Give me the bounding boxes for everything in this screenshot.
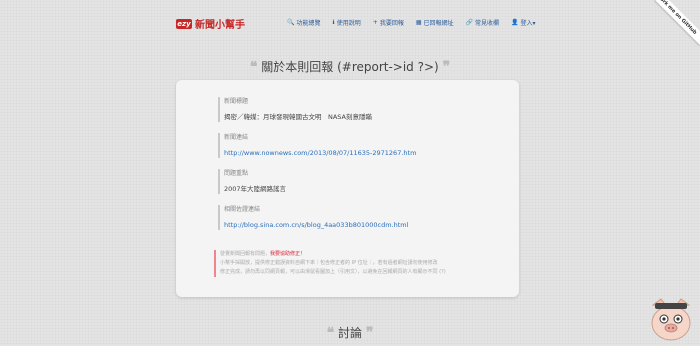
field-issue: 問題重點 2007年大陸網路謠言: [218, 169, 286, 194]
brand-logo-icon: ezy: [176, 18, 192, 29]
nav-item-instructions[interactable]: ℹ 使用說明: [333, 18, 361, 27]
nav-item-reported-urls[interactable]: ▦ 已回報網址: [416, 18, 454, 27]
field-news-link: 新聞連結 http://www.nownews.com/2013/08/07/1…: [218, 133, 416, 158]
evidence-link[interactable]: http://blog.sina.com.cn/s/blog_4aa033b80…: [224, 221, 408, 230]
nav-item-label: 常見收欄: [475, 20, 500, 27]
field-label: 問題重點: [224, 170, 249, 177]
fork-github-ribbon[interactable]: Fork me on GitHub: [654, 0, 700, 46]
notice-lead: 發覺新聞回報有問題，: [220, 251, 271, 257]
nav-item-features[interactable]: 🔍 功能總覽: [287, 18, 321, 27]
nav-item-label: 使用說明: [336, 20, 361, 27]
nav-item-report[interactable]: + 我要回報: [373, 18, 404, 27]
field-value: 2007年大陸網路謠言: [224, 185, 287, 193]
nav-item-login[interactable]: 👤 登入▾: [511, 18, 536, 27]
report-card: 新聞標題 揭密／韓媒：月球發現韓國古文明 NASA刻意隱瞞 新聞連結 http:…: [176, 80, 519, 297]
grid-icon: ▦: [415, 19, 422, 26]
help-correct-link[interactable]: 我要協助修正！: [270, 251, 305, 257]
correction-notice: 發覺新聞回報有問題，我要協助修正！ 小幫手採開放，提供修正錯誤資料自網下來｜包含…: [214, 250, 514, 277]
plus-icon: +: [372, 19, 378, 26]
brand-link[interactable]: ezy 新聞小幫手: [176, 16, 245, 31]
search-icon: 🔍: [287, 19, 295, 26]
open-quote-icon: ❝: [326, 325, 335, 341]
nav-item-faq[interactable]: 🔗 常見收欄: [466, 18, 500, 27]
discussion-title-text: 討論: [337, 326, 362, 340]
notice-line: 小幫手採開放，提供修正錯誤資料自網下來｜包含修正者的 IP 位址｜，若有過者網址…: [220, 260, 438, 266]
discussion-title: ❝ 討論 ❞: [0, 324, 700, 341]
github-ribbon-wrap: Fork me on GitHub: [654, 0, 700, 46]
nav-item-label: 我要回報: [379, 20, 404, 27]
main-nav: 🔍 功能總覽 ℹ 使用說明 + 我要回報 ▦ 已回報網址 🔗 常見收欄 👤 登入…: [287, 18, 548, 27]
field-label: 新聞連結: [224, 134, 249, 141]
notice-line: 修正完成，請勿再以同網頁報，可以由滑鼠看圖加上（引用文），以避免在回報網頁的人有…: [220, 269, 446, 275]
field-label: 新聞標題: [224, 98, 249, 105]
field-evidence-link: 相關佐證連結 http://blog.sina.com.cn/s/blog_4a…: [218, 205, 408, 230]
brand-name: 新聞小幫手: [195, 20, 245, 31]
open-quote-icon: ❝: [249, 59, 258, 75]
navbar: ezy 新聞小幫手 🔍 功能總覽 ℹ 使用說明 + 我要回報 ▦ 已回報網址 🔗…: [0, 0, 700, 46]
link-icon: 🔗: [465, 19, 474, 26]
close-quote-icon: ❞: [442, 59, 451, 75]
field-news-title: 新聞標題 揭密／韓媒：月球發現韓國古文明 NASA刻意隱瞞: [218, 97, 372, 122]
pig-mascot-icon: [651, 298, 691, 341]
report-title-text: 關於本則回報 (#report->id ?>): [261, 60, 439, 74]
nav-item-label: 登入▾: [520, 20, 536, 27]
info-icon: ℹ: [332, 19, 335, 26]
field-label: 相關佐證連結: [224, 206, 261, 213]
close-quote-icon: ❞: [365, 325, 374, 341]
report-title: ❝ 關於本則回報 (#report->id ?>) ❞: [0, 58, 700, 75]
nav-item-label: 已回報網址: [423, 20, 454, 27]
nav-item-label: 功能總覽: [296, 20, 321, 27]
user-icon: 👤: [511, 19, 519, 26]
field-value: 揭密／韓媒：月球發現韓國古文明 NASA刻意隱瞞: [224, 113, 373, 121]
news-link[interactable]: http://www.nownews.com/2013/08/07/11635-…: [224, 149, 416, 158]
